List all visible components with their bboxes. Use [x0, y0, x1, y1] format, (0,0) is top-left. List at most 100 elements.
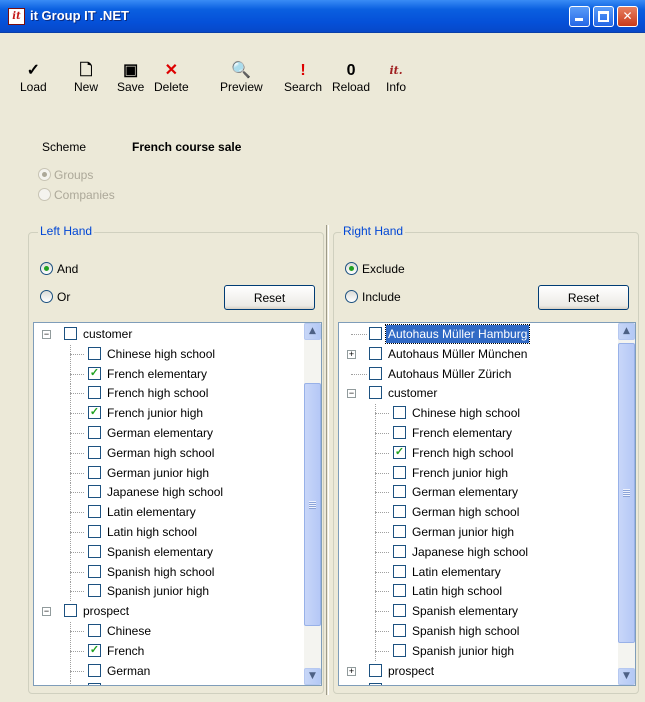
- radio-and[interactable]: And: [40, 262, 78, 276]
- tree-item[interactable]: German junior high: [339, 523, 635, 542]
- tree-item[interactable]: + prospect: [339, 662, 635, 681]
- tree-item[interactable]: French elementary: [339, 424, 635, 443]
- radio-or[interactable]: Or: [40, 290, 70, 304]
- tree-item[interactable]: ✓ French: [34, 641, 321, 661]
- tree-item[interactable]: Latin high school: [34, 523, 321, 542]
- left-tree[interactable]: − customer Chinese high school ✓ French elem…: [33, 322, 322, 686]
- maximize-button[interactable]: [593, 6, 614, 27]
- checkbox[interactable]: [88, 564, 101, 578]
- toolbar-reload-button[interactable]: 0 Reload: [332, 62, 370, 94]
- expand-plus-icon[interactable]: +: [347, 349, 356, 359]
- checkbox[interactable]: [88, 386, 101, 400]
- checkbox[interactable]: [88, 544, 101, 558]
- toolbar-info-button[interactable]: it. Info: [386, 62, 406, 94]
- checkbox[interactable]: [64, 604, 77, 618]
- checkbox[interactable]: [393, 426, 406, 439]
- checkbox[interactable]: [88, 426, 101, 439]
- tree-item[interactable]: Spanish junior high: [34, 582, 321, 602]
- tree-item[interactable]: ✓ French high school: [339, 443, 635, 463]
- checkbox[interactable]: [369, 386, 382, 400]
- tree-item[interactable]: German high school: [34, 443, 321, 463]
- scroll-down-arrow-icon[interactable]: ▼: [618, 668, 635, 685]
- tree-item[interactable]: Chinese high school: [339, 404, 635, 424]
- tree-item[interactable]: Spanish high school: [339, 622, 635, 641]
- right-reset-button[interactable]: Reset: [538, 285, 629, 310]
- expand-plus-icon[interactable]: +: [347, 666, 356, 676]
- checkbox[interactable]: [64, 327, 77, 340]
- right-tree[interactable]: Autohaus Müller Hamburg + Autohaus Müller …: [338, 322, 636, 686]
- tree-item[interactable]: German junior high: [34, 463, 321, 483]
- tree-item[interactable]: ✓ French elementary: [34, 364, 321, 384]
- close-button[interactable]: ✕: [617, 6, 638, 27]
- checkbox-checked[interactable]: ✓: [88, 366, 101, 380]
- toolbar-save-button[interactable]: ▣ Save: [117, 62, 144, 94]
- checkbox[interactable]: [88, 584, 101, 598]
- checkbox-checked[interactable]: ✓: [88, 643, 101, 657]
- checkbox[interactable]: [369, 346, 382, 360]
- checkbox[interactable]: [393, 485, 406, 499]
- tree-item[interactable]: Spanish elementary: [339, 602, 635, 622]
- tree-item[interactable]: Chinese high school: [34, 344, 321, 364]
- left-tree-scrollbar[interactable]: ▲ ▼: [304, 323, 321, 685]
- checkbox[interactable]: [88, 683, 101, 685]
- checkbox[interactable]: [369, 366, 382, 380]
- right-scroll-thumb[interactable]: [618, 343, 635, 643]
- collapse-minus-icon[interactable]: −: [347, 389, 356, 399]
- tree-item[interactable]: Latin elementary: [34, 503, 321, 523]
- radio-include[interactable]: Include: [345, 290, 401, 304]
- tree-item[interactable]: [339, 681, 635, 685]
- tree-item[interactable]: Latin elementary: [339, 562, 635, 582]
- left-reset-button[interactable]: Reset: [224, 285, 315, 310]
- scroll-down-arrow-icon[interactable]: ▼: [304, 668, 321, 685]
- checkbox[interactable]: [88, 346, 101, 360]
- title-bar[interactable]: it it Group IT .NET ✕: [0, 0, 645, 33]
- checkbox[interactable]: [88, 465, 101, 479]
- scroll-up-arrow-icon[interactable]: ▲: [304, 323, 321, 340]
- tree-item[interactable]: French junior high: [339, 463, 635, 483]
- checkbox[interactable]: [393, 564, 406, 578]
- toolbar-load-button[interactable]: ✓ Load: [20, 62, 47, 94]
- tree-item[interactable]: Japanese high school: [339, 542, 635, 562]
- checkbox[interactable]: [369, 663, 382, 677]
- collapse-minus-icon[interactable]: −: [42, 330, 51, 339]
- toolbar-search-button[interactable]: ! Search: [284, 62, 322, 94]
- toolbar-new-button[interactable]: 🗋 New: [74, 62, 98, 94]
- tree-item[interactable]: − prospect: [34, 602, 321, 621]
- checkbox[interactable]: [393, 643, 406, 657]
- tree-item[interactable]: Spanish elementary: [34, 542, 321, 562]
- checkbox[interactable]: [369, 327, 382, 340]
- checkbox[interactable]: [393, 624, 406, 637]
- checkbox[interactable]: [393, 525, 406, 538]
- checkbox[interactable]: [393, 604, 406, 618]
- checkbox-checked[interactable]: ✓: [88, 406, 101, 420]
- tree-item[interactable]: Chinese: [34, 622, 321, 641]
- tree-item[interactable]: − customer: [34, 325, 321, 344]
- radio-exclude[interactable]: Exclude: [345, 262, 405, 276]
- panel-divider[interactable]: [326, 225, 329, 695]
- radio-companies[interactable]: Companies: [38, 188, 115, 202]
- checkbox[interactable]: [88, 505, 101, 519]
- checkbox[interactable]: [393, 544, 406, 558]
- left-scroll-thumb[interactable]: [304, 383, 321, 626]
- checkbox[interactable]: [88, 663, 101, 677]
- toolbar-preview-button[interactable]: 🔍 Preview: [220, 62, 263, 94]
- checkbox[interactable]: [369, 683, 382, 685]
- tree-item[interactable]: French high school: [34, 384, 321, 404]
- tree-item[interactable]: German elementary: [34, 424, 321, 443]
- checkbox[interactable]: [393, 505, 406, 519]
- collapse-minus-icon[interactable]: −: [42, 607, 51, 617]
- checkbox[interactable]: [393, 406, 406, 420]
- tree-item[interactable]: [34, 681, 321, 685]
- tree-item[interactable]: German elementary: [339, 483, 635, 503]
- tree-item[interactable]: − customer: [339, 384, 635, 403]
- checkbox[interactable]: [88, 445, 101, 459]
- tree-item[interactable]: Latin high school: [339, 582, 635, 602]
- tree-item[interactable]: German: [34, 661, 321, 681]
- tree-item[interactable]: Japanese high school: [34, 483, 321, 503]
- tree-item[interactable]: + Autohaus Müller München: [339, 345, 635, 364]
- checkbox-checked[interactable]: ✓: [393, 445, 406, 459]
- tree-item[interactable]: German high school: [339, 503, 635, 523]
- tree-item[interactable]: ✓ French junior high: [34, 404, 321, 424]
- checkbox[interactable]: [88, 525, 101, 538]
- checkbox[interactable]: [88, 624, 101, 637]
